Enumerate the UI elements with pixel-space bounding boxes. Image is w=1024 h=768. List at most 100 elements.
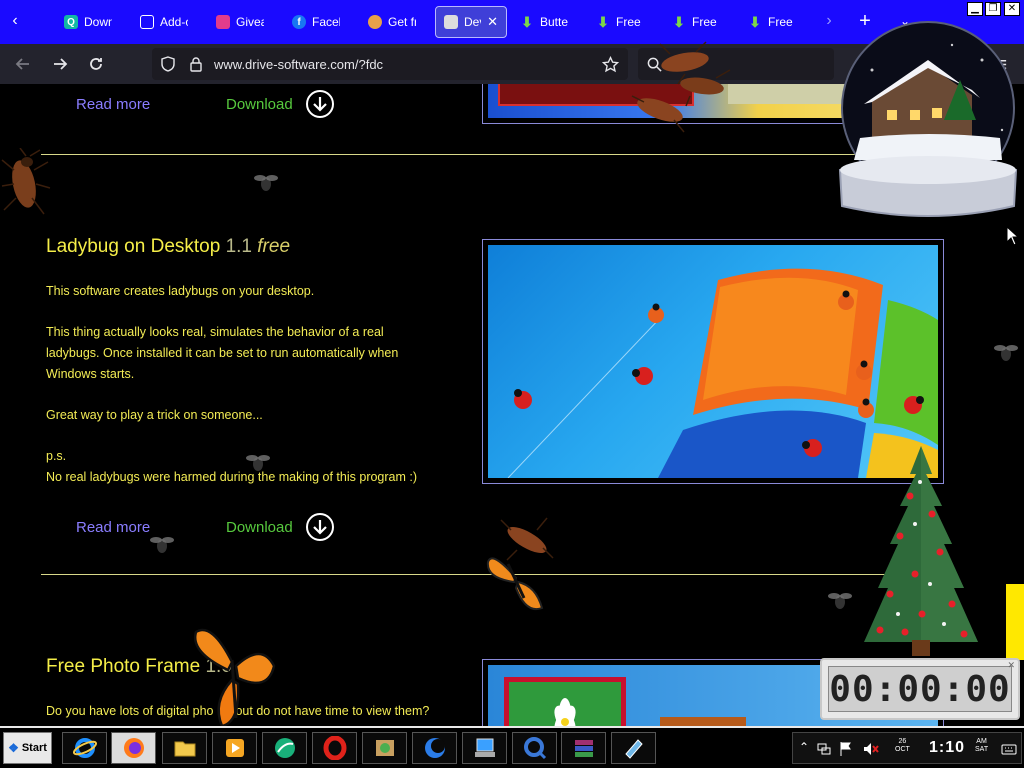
window-restore-icon[interactable]: ❐: [985, 2, 1001, 16]
window-minimize-icon[interactable]: ▁: [967, 2, 983, 16]
address-bar[interactable]: www.drive-software.com/?fdc: [152, 48, 628, 80]
package-taskbar-button[interactable]: [362, 732, 407, 764]
tab-facebook[interactable]: f Faceb: [284, 6, 356, 38]
windows-logo-icon: ❖: [8, 741, 19, 755]
keyboard-icon[interactable]: [1001, 741, 1017, 757]
tab-label: Free s: [768, 15, 796, 29]
section-divider: [41, 154, 941, 155]
start-label: Start: [21, 742, 47, 754]
description-line: ladybugs. Once installed it can be set t…: [46, 346, 399, 360]
firefox-icon: [123, 738, 144, 758]
folder-taskbar-button[interactable]: [162, 732, 207, 764]
tab-addons[interactable]: Add-o: [132, 6, 204, 38]
ladybug-icon: [648, 303, 664, 323]
description-line: This software creates ladybugs on your d…: [46, 284, 315, 298]
notepad-icon: [624, 739, 643, 759]
tray-expand-icon[interactable]: ⌃: [799, 740, 809, 754]
frame-edge-image: [660, 717, 746, 726]
notepad-taskbar-button[interactable]: [611, 732, 656, 764]
download-arrow-circle-icon[interactable]: [306, 90, 334, 118]
back-arrow-icon: [15, 58, 29, 70]
media-player-taskbar-button[interactable]: [212, 732, 257, 764]
tab-get-free[interactable]: Get fr: [360, 6, 432, 38]
tab-free-1[interactable]: ⬇ Free s: [588, 6, 660, 38]
folder-icon: [174, 741, 195, 757]
network-app-taskbar-button[interactable]: [462, 732, 507, 764]
flag-icon[interactable]: [839, 741, 853, 757]
back-button[interactable]: [11, 53, 35, 75]
tab-scroll-left-icon[interactable]: ‹: [4, 10, 26, 32]
gift-icon: [216, 15, 230, 29]
opera-icon: [323, 736, 346, 760]
tab-free-2[interactable]: ⬇ Free s: [664, 6, 736, 38]
internet-explorer-taskbar-button[interactable]: [62, 732, 107, 764]
moon-app-taskbar-button[interactable]: [412, 732, 457, 764]
lock-icon[interactable]: [188, 56, 204, 72]
puzzle-icon: [140, 15, 154, 29]
version-text: 1.1: [225, 236, 252, 257]
archive-taskbar-button[interactable]: [561, 732, 606, 764]
date-month: OCT: [895, 746, 910, 753]
tab-drive-software-active[interactable]: Dev ✕: [435, 6, 507, 38]
download-arrow-circle-icon[interactable]: [306, 513, 334, 541]
download-arrow-icon: ⬇: [749, 13, 761, 30]
volume-muted-icon[interactable]: [863, 742, 879, 756]
tab-giveaway[interactable]: Givea: [208, 6, 280, 38]
screen: ‹ Q Downl Add-o Givea f Faceb Get fr Dev…: [0, 0, 1024, 768]
clock-time[interactable]: 1:10: [929, 739, 965, 757]
read-more-link[interactable]: Read more: [76, 96, 150, 113]
tab-label: Butterf: [540, 15, 568, 29]
download-link[interactable]: Download: [226, 519, 293, 536]
fly-icon: [828, 593, 852, 609]
title-text[interactable]: Ladybug on Desktop: [46, 236, 220, 257]
date-display[interactable]: 26 OCT: [895, 738, 910, 754]
tab-free-3[interactable]: ⬇ Free s: [740, 6, 812, 38]
reload-icon: [90, 58, 102, 70]
timer-close-icon[interactable]: ✕: [1007, 660, 1015, 671]
read-more-link[interactable]: Read more: [76, 519, 150, 536]
description-line: No real ladybugs were harmed during the …: [46, 470, 418, 484]
yellow-edge-widget: [1006, 584, 1024, 660]
search-icon: Q: [64, 15, 78, 29]
ladybug-icon: [514, 389, 532, 409]
tab-downloads[interactable]: Q Downl: [56, 6, 128, 38]
opera-taskbar-button[interactable]: [312, 732, 357, 764]
timer-widget[interactable]: 00:00:00 ✕: [820, 658, 1020, 720]
section-title: Ladybug on Desktop 1.1 free: [46, 236, 290, 258]
mouse-cursor-icon: [1006, 226, 1020, 246]
globe-app-taskbar-button[interactable]: [262, 732, 307, 764]
description-text: Do you have lots of digital pho: [46, 704, 214, 718]
archive-icon: [574, 740, 593, 757]
close-tab-icon[interactable]: ✕: [487, 14, 498, 30]
url-text[interactable]: www.drive-software.com/?fdc: [214, 57, 383, 72]
forward-button[interactable]: [48, 53, 72, 75]
moon-app-icon: [424, 738, 445, 758]
bookmark-star-icon[interactable]: [602, 56, 619, 73]
window-close-icon[interactable]: ✕: [1004, 2, 1020, 16]
cockroach-swarm-icon: [631, 41, 731, 133]
search-app-icon: [523, 737, 546, 760]
tab-label: Free s: [616, 15, 644, 29]
butterfly-icon: [193, 628, 276, 728]
title-text[interactable]: Free Photo Frame: [46, 656, 200, 677]
shield-icon[interactable]: [160, 56, 176, 72]
christmas-tree-widget[interactable]: [860, 444, 982, 658]
start-button[interactable]: ❖ Start: [3, 732, 52, 764]
reload-button[interactable]: [84, 53, 108, 75]
tab-butterfly[interactable]: ⬇ Butterf: [512, 6, 584, 38]
ladybug-icon: [632, 367, 653, 385]
download-link[interactable]: Download: [226, 96, 293, 113]
clock-ampm: AM: [976, 738, 987, 745]
fly-icon: [150, 537, 174, 553]
network-app-icon: [474, 738, 495, 757]
description-line: Windows starts.: [46, 367, 135, 381]
download-arrow-icon: ⬇: [673, 13, 685, 30]
globe-app-icon: [274, 738, 295, 758]
fly-icon: [246, 455, 270, 471]
snow-globe-widget[interactable]: [832, 20, 1024, 222]
network-icon[interactable]: [817, 742, 831, 756]
tab-label: Givea: [236, 15, 264, 29]
search-app-taskbar-button[interactable]: [512, 732, 557, 764]
firefox-taskbar-button[interactable]: [111, 732, 156, 764]
download-arrow-icon: ⬇: [597, 13, 609, 30]
